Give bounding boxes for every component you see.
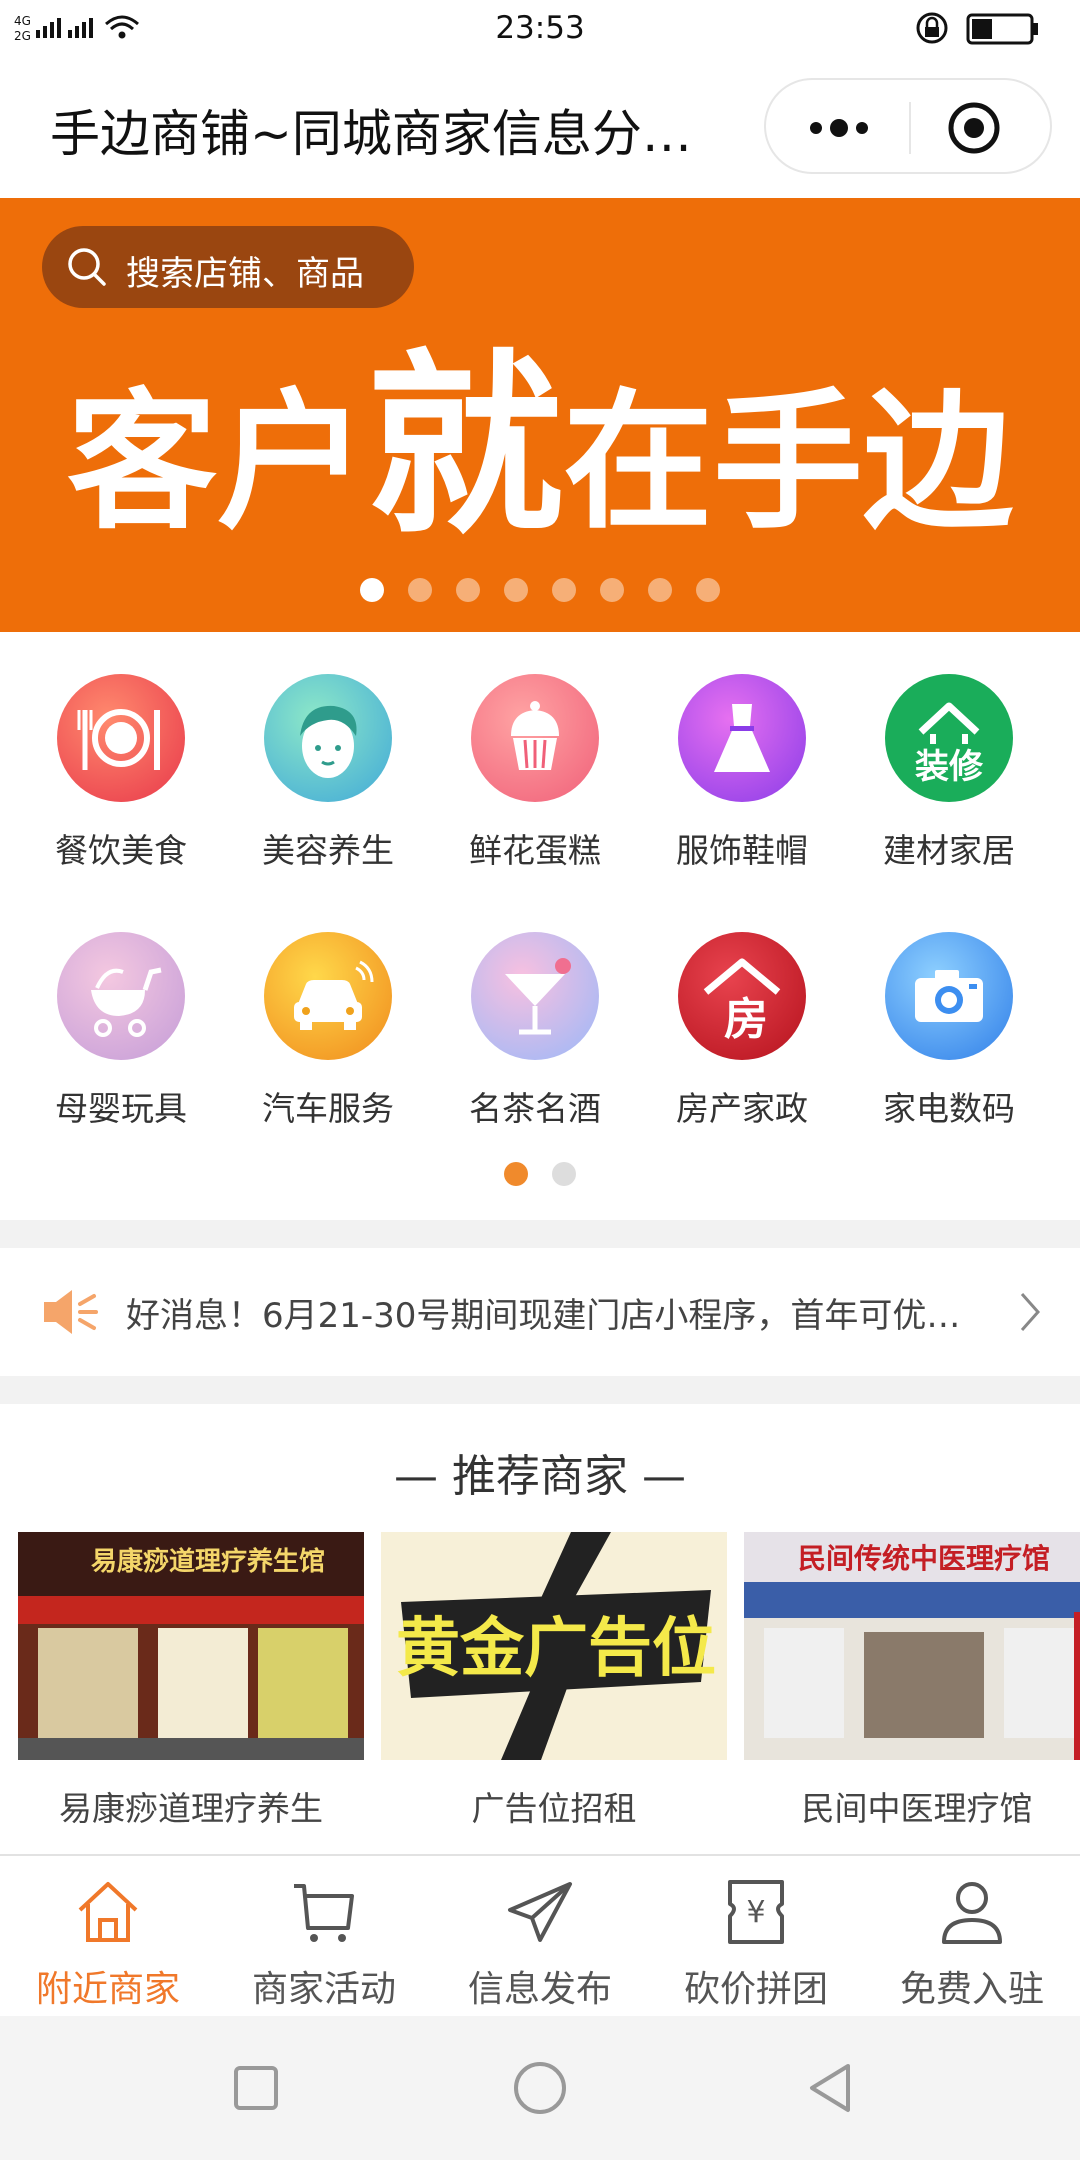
dress-icon [678,674,806,802]
battery-icon [916,12,1038,45]
category-label: 汽车服务 [262,1089,394,1128]
page-title: 手边商铺~同城商家信息分… [50,105,690,163]
category-label: 建材家居 [883,831,1015,870]
house-icon-text: 房 [724,994,768,1045]
slogan-part-1: 客户 [66,376,367,550]
category-fashion[interactable]: 服饰鞋帽 [637,632,847,870]
category-appliances[interactable]: 家电数码 [844,890,1054,1128]
category-tea-wine[interactable]: 名茶名酒 [430,890,640,1128]
ad-slot-text: 黄金广告位 [396,1612,716,1686]
status-bar: 4G 2G 23:53 [0,0,1080,56]
shop-name: 广告位招租 [471,1789,637,1828]
category-label: 房产家政 [676,1089,808,1128]
slogan-part-2: 就 [366,333,563,561]
section-divider [0,1376,1080,1404]
category-label: 餐饮美食 [55,831,187,870]
speaker-icon [44,1290,98,1334]
tab-publish[interactable]: 信息发布 [432,1856,648,2016]
stroller-icon [57,932,185,1060]
banner-dot[interactable] [504,578,528,602]
tab-label: 附近商家 [35,1969,180,2010]
category-house[interactable]: 房 房产家政 [637,890,847,1128]
section-title-text: 推荐商家 [452,1451,628,1502]
category-label: 母婴玩具 [55,1089,187,1128]
category-dining[interactable]: 餐饮美食 [16,632,226,870]
recents-icon[interactable] [226,2058,286,2118]
search-icon [68,248,106,286]
category-beauty[interactable]: 美容养生 [223,632,433,870]
coupon-icon: ¥ [728,1880,784,1944]
banner-dot[interactable] [648,578,672,602]
user-icon [942,1882,1002,1944]
tab-bargain[interactable]: ¥ 砍价拼团 [648,1856,864,2016]
house-icon: 房 [678,932,806,1060]
banner-dot[interactable] [408,578,432,602]
tab-join[interactable]: 免费入驻 [864,1856,1080,2016]
shop-image: 民间传统中医理疗馆 [744,1532,1080,1760]
system-nav-bar [0,2016,1080,2160]
chevron-right-icon [1020,1293,1041,1331]
banner-dot[interactable] [696,578,720,602]
promo-banner[interactable]: 搜索店铺、商品 客户就在手边 [0,198,1080,632]
tab-label: 信息发布 [467,1969,612,2010]
bottom-tab-bar: 附近商家 商家活动 信息发布 ¥ 砍价拼团 免费入驻 [0,1854,1080,2016]
banner-pagination [0,578,1080,602]
banner-dot[interactable] [552,578,576,602]
tab-activities[interactable]: 商家活动 [216,1856,432,2016]
cocktail-icon [471,932,599,1060]
cake-icon [471,674,599,802]
category-label: 美容养生 [262,831,394,870]
capsule-divider [909,102,911,154]
mini-program-capsule [764,78,1052,174]
banner-dot[interactable] [600,578,624,602]
category-label: 鲜花蛋糕 [469,831,601,870]
camera-icon [885,932,1013,1060]
banner-dot[interactable] [360,578,384,602]
send-icon [508,1882,572,1942]
tab-label: 砍价拼团 [683,1969,828,2010]
shop-image: 易康痧道理疗养生馆 [18,1532,364,1760]
more-icon[interactable] [804,102,874,154]
category-label: 名茶名酒 [469,1089,601,1128]
title-bar: 手边商铺~同城商家信息分… [0,56,1080,198]
beauty-icon [264,674,392,802]
shop-sign-text: 易康痧道理疗养生馆 [91,1546,325,1577]
home-nav-icon[interactable] [510,2058,570,2118]
cart-icon [294,1884,354,1942]
category-grid: 餐饮美食 美容养生 鲜花蛋糕 服饰鞋帽 装修 建材家居 母婴玩具 汽车服务 名茶… [0,632,1080,1220]
home-icon [78,1882,138,1942]
recommended-shops: — 推荐商家 — 易康痧道理疗养生馆 易康痧道理疗养生 黄金广告位 广告位招租 … [0,1404,1080,1854]
category-car[interactable]: 汽车服务 [223,890,433,1128]
tab-label: 商家活动 [251,1969,396,2010]
banner-slogan: 客户就在手边 [0,288,1080,561]
notice-text: 好消息！6月21-30号期间现建门店小程序，首年可优… [126,1296,961,1336]
dining-icon [57,674,185,802]
category-label: 服饰鞋帽 [676,831,808,870]
banner-dot[interactable] [456,578,480,602]
shop-name: 易康痧道理疗养生 [59,1789,323,1828]
category-renovation[interactable]: 装修 建材家居 [844,632,1054,870]
category-cake[interactable]: 鲜花蛋糕 [430,632,640,870]
category-page-dot[interactable] [552,1162,576,1186]
tab-nearby[interactable]: 附近商家 [0,1856,216,2016]
shop-name: 民间中医理疗馆 [801,1789,1033,1828]
category-baby[interactable]: 母婴玩具 [16,890,226,1128]
slogan-part-3: 在手边 [563,376,1014,550]
back-icon[interactable] [800,2058,860,2118]
close-mini-program-icon[interactable] [944,98,1004,158]
renovation-icon-text: 装修 [915,747,984,787]
renovation-icon: 装修 [885,674,1013,802]
category-page-dot[interactable] [504,1162,528,1186]
car-icon [264,932,392,1060]
section-divider [0,1220,1080,1248]
svg-text:¥: ¥ [746,1895,765,1930]
category-pagination [0,1162,1080,1190]
section-title: — 推荐商家 — [394,1451,686,1502]
notice-bar[interactable]: 好消息！6月21-30号期间现建门店小程序，首年可优… [0,1248,1080,1376]
shop-sign-text: 民间传统中医理疗馆 [798,1542,1050,1575]
shop-image: 黄金广告位 [381,1532,727,1760]
category-label: 家电数码 [883,1089,1015,1128]
tab-label: 免费入驻 [899,1969,1044,2010]
